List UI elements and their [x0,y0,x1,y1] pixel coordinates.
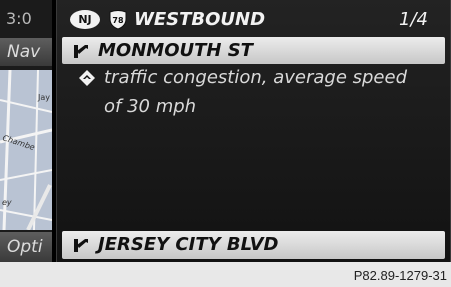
map-preview: Jay Chambe ey [0,70,52,230]
turn-arrow-icon [74,239,88,252]
clock-time: 3:0 [6,9,32,28]
state-badge: NJ [70,10,100,29]
traffic-message: traffic congestion, average speed of 30 … [104,63,434,121]
route-header: NJ 78 WESTBOUND 1/4 [57,6,450,34]
route-title: WESTBOUND [134,9,266,30]
selected-street-row[interactable]: MONMOUTH ST [62,37,445,64]
map-label-jay: Jay [37,93,50,102]
route-number: 78 [112,16,124,25]
navigation-screen: 3:0 Nav Jay Chambe ey Opti NJ 78 WESTBOU… [0,0,451,262]
traffic-message-line-2: of 30 mph [104,96,197,117]
map-label-ey: ey [2,198,12,207]
traffic-warning-icon [79,70,95,86]
turn-arrow-icon [74,45,88,58]
page-indicator: 1/4 [399,9,428,30]
map-roads: Jay Chambe ey [0,70,52,230]
figure-caption: P82.89-1279-31 [353,268,447,283]
next-street-name: JERSEY CITY BLVD [98,234,279,255]
navi-menu-button[interactable]: Nav [0,38,52,66]
traffic-message-panel: NJ 78 WESTBOUND 1/4 MONMOUTH ST traffic … [56,0,451,262]
next-street-row[interactable]: JERSEY CITY BLVD [62,231,445,259]
traffic-message-line-1: traffic congestion, average speed [104,67,408,88]
interstate-shield-icon: 78 [109,10,127,30]
left-sidebar: 3:0 Nav Jay Chambe ey Opti [0,0,52,262]
selected-street-name: MONMOUTH ST [98,40,253,61]
options-button[interactable]: Opti [0,232,52,262]
